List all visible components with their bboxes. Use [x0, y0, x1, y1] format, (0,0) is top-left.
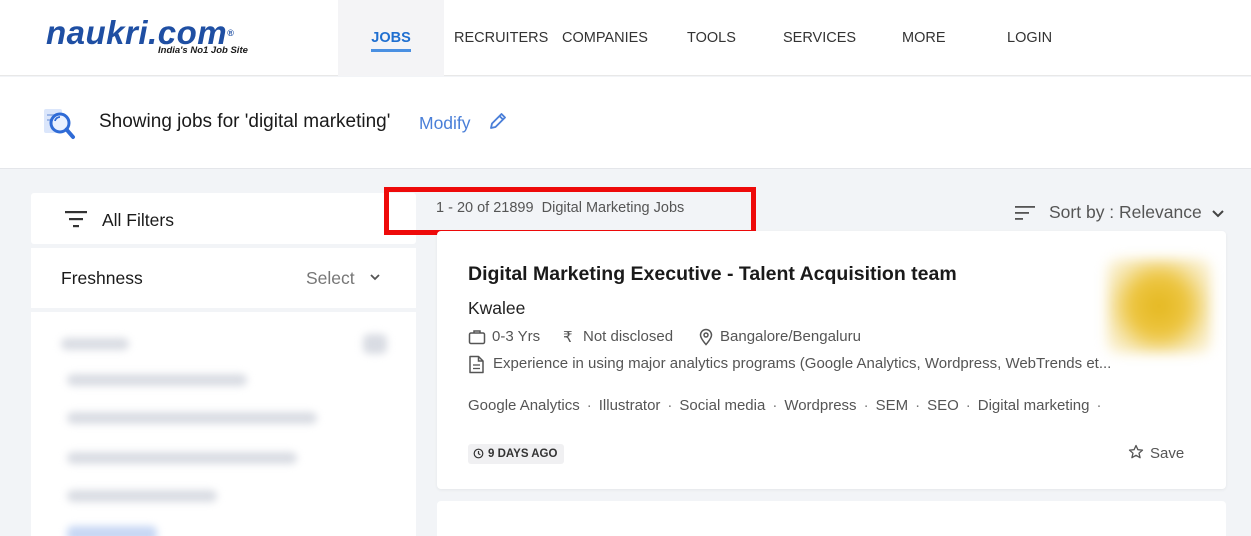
company-name[interactable]: Kwalee [468, 298, 525, 319]
blurred-heading [61, 338, 129, 350]
history-clock-icon [473, 448, 484, 459]
nav-label: JOBS [371, 29, 411, 52]
logo-text: naukri [46, 14, 149, 51]
rupee-icon: ₹ [563, 329, 573, 346]
tag-separator: · [863, 397, 869, 414]
skill-tag: Social media [679, 397, 766, 414]
company-logo [1107, 259, 1211, 353]
blurred-option [67, 490, 217, 502]
nav-item-login[interactable]: LOGIN [1007, 0, 1052, 76]
naukri-logo[interactable]: naukri.com® India's No1 Job Site [46, 16, 276, 60]
freshness-select[interactable]: Select [306, 268, 355, 289]
blurred-filter-section [31, 312, 416, 536]
sort-label: Sort by : Relevance [1049, 202, 1202, 222]
location: Bangalore/Bengaluru [720, 328, 861, 345]
tag-separator: · [772, 397, 778, 414]
nav-item-companies[interactable]: COMPANIES [562, 0, 648, 76]
chevron-down-icon [1212, 210, 1224, 218]
skill-tag: Illustrator [598, 397, 661, 414]
nav-item-tools[interactable]: TOOLS [687, 0, 736, 76]
tag-separator: · [915, 397, 921, 414]
posted-age: 9 DAYS AGO [488, 448, 558, 460]
freshness-filter: Freshness Select [31, 248, 416, 308]
nav-item-services[interactable]: SERVICES [783, 0, 856, 76]
tag-separator: · [667, 397, 673, 414]
save-job-button[interactable]: Save [1128, 444, 1184, 466]
logo-tagline: India's No1 Job Site [158, 45, 248, 56]
job-description-text: Experience in using major analytics prog… [493, 355, 1112, 372]
all-filters-card[interactable]: All Filters [31, 193, 416, 244]
nav-item-recruiters[interactable]: RECRUITERS [454, 0, 548, 76]
search-summary-banner: Showing jobs for 'digital marketing' Mod… [0, 77, 1251, 169]
top-header: naukri.com® India's No1 Job Site JOBS RE… [0, 0, 1251, 76]
tag-separator: · [586, 397, 592, 414]
skill-tag: Google Analytics [468, 397, 580, 414]
skill-tags: Google Analytics · Illustrator · Social medi… [468, 397, 1108, 414]
salary: Not disclosed [583, 328, 674, 345]
tag-separator: · [965, 397, 971, 414]
registered-icon: ® [227, 28, 235, 38]
skill-tag: Digital marketing [977, 397, 1090, 414]
search-query-text: Showing jobs for 'digital marketing' [99, 111, 391, 132]
briefcase-icon [468, 330, 486, 345]
job-title[interactable]: Digital Marketing Executive - Talent Acq… [468, 263, 957, 286]
chevron-down-icon[interactable] [368, 270, 382, 284]
posted-age-badge: 9 DAYS AGO [468, 444, 565, 464]
sort-lines-icon [1015, 206, 1035, 220]
star-icon [1128, 444, 1144, 459]
location-pin-icon [699, 328, 713, 346]
nav-item-more[interactable]: MORE [902, 0, 946, 76]
blurred-button [67, 526, 157, 536]
modify-search-link[interactable]: Modify [419, 113, 471, 134]
save-label: Save [1150, 445, 1185, 462]
skill-tag: Wordpress [784, 397, 857, 414]
job-card[interactable] [437, 501, 1226, 536]
blurred-option [67, 374, 247, 386]
document-icon [469, 355, 484, 374]
pencil-icon[interactable] [488, 111, 508, 131]
tag-separator: · [1096, 397, 1102, 414]
job-card[interactable]: Digital Marketing Executive - Talent Acq… [437, 231, 1226, 489]
blurred-option [67, 412, 317, 424]
skill-tag: SEO [927, 397, 959, 414]
experience: 0-3 Yrs [492, 328, 541, 345]
search-jobs-icon [44, 109, 75, 139]
filter-lines-icon [65, 211, 87, 228]
all-filters-label: All Filters [102, 210, 174, 230]
blurred-option [67, 452, 297, 464]
highlight-annotation-box [384, 187, 756, 235]
nav-item-jobs[interactable]: JOBS [338, 0, 444, 76]
blurred-chevron [363, 334, 387, 354]
skill-tag: SEM [875, 397, 909, 414]
freshness-label: Freshness [61, 268, 143, 288]
